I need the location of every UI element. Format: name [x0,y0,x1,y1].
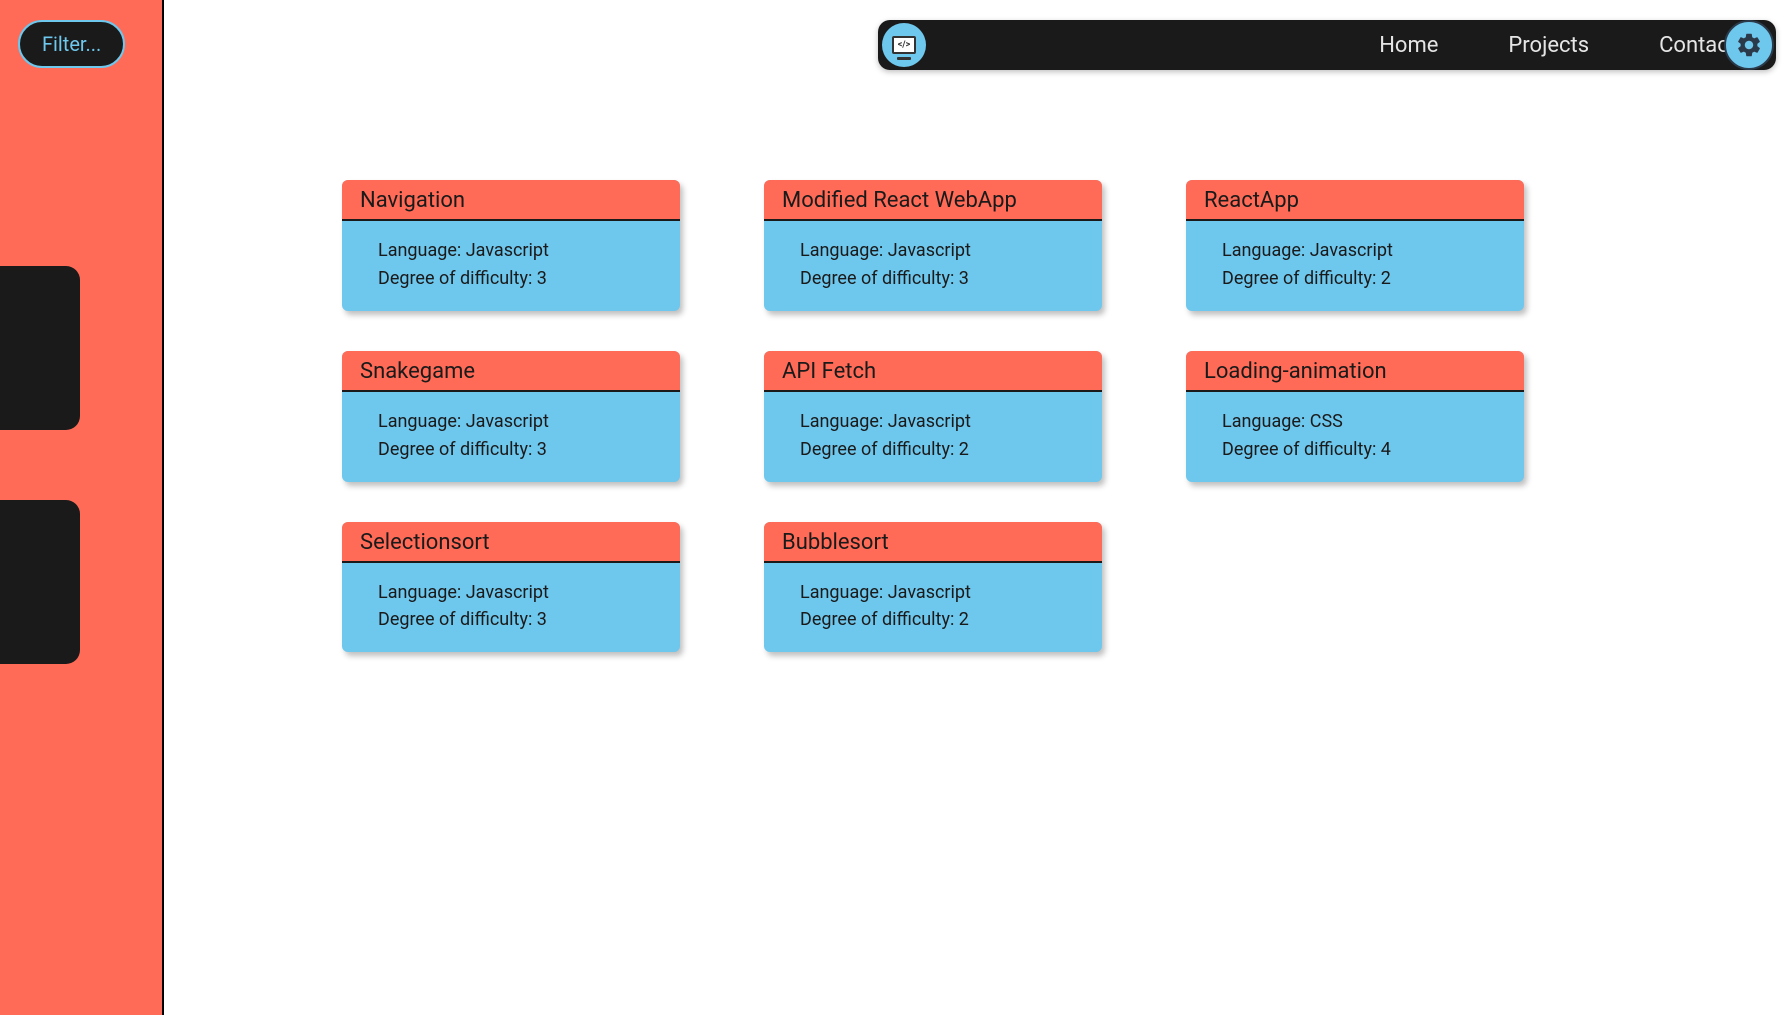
gear-icon [1735,31,1763,59]
project-card-difficulty: Degree of difficulty: 3 [800,265,1084,293]
project-card-language: Language: Javascript [800,237,1084,265]
project-card-body: Language: JavascriptDegree of difficulty… [342,392,680,482]
project-card-difficulty: Degree of difficulty: 2 [1222,265,1506,293]
sidebar-panel-1[interactable] [0,266,80,430]
projects-grid: NavigationLanguage: JavascriptDegree of … [342,180,1792,652]
main-content: NavigationLanguage: JavascriptDegree of … [164,0,1792,1015]
project-card-difficulty: Degree of difficulty: 2 [800,606,1084,634]
project-card[interactable]: ReactAppLanguage: JavascriptDegree of di… [1186,180,1524,311]
project-card-language: Language: Javascript [800,579,1084,607]
project-card[interactable]: Loading-animationLanguage: CSSDegree of … [1186,351,1524,482]
project-card-title: Navigation [342,180,680,221]
project-card[interactable]: SnakegameLanguage: JavascriptDegree of d… [342,351,680,482]
project-card[interactable]: Modified React WebAppLanguage: Javascrip… [764,180,1102,311]
project-card-language: Language: Javascript [378,579,662,607]
project-card-difficulty: Degree of difficulty: 4 [1222,436,1506,464]
project-card-body: Language: JavascriptDegree of difficulty… [342,221,680,311]
project-card-language: Language: Javascript [800,408,1084,436]
project-card-title: Snakegame [342,351,680,392]
project-card-difficulty: Degree of difficulty: 3 [378,436,662,464]
project-card-body: Language: JavascriptDegree of difficulty… [764,563,1102,653]
project-card-title: Selectionsort [342,522,680,563]
project-card-language: Language: CSS [1222,408,1506,436]
sidebar-panel-2[interactable] [0,500,80,664]
project-card-language: Language: Javascript [1222,237,1506,265]
project-card-title: ReactApp [1186,180,1524,221]
settings-button[interactable] [1724,20,1774,70]
project-card-body: Language: JavascriptDegree of difficulty… [342,563,680,653]
project-card[interactable]: SelectionsortLanguage: JavascriptDegree … [342,522,680,653]
project-card-body: Language: JavascriptDegree of difficulty… [1186,221,1524,311]
project-card-body: Language: JavascriptDegree of difficulty… [764,221,1102,311]
project-card-body: Language: CSSDegree of difficulty: 4 [1186,392,1524,482]
project-card-difficulty: Degree of difficulty: 2 [800,436,1084,464]
project-card-language: Language: Javascript [378,237,662,265]
project-card-difficulty: Degree of difficulty: 3 [378,265,662,293]
filter-button-label: Filter... [42,32,101,56]
sidebar: Filter... [0,0,164,1015]
project-card-title: Loading-animation [1186,351,1524,392]
project-card-difficulty: Degree of difficulty: 3 [378,606,662,634]
filter-button[interactable]: Filter... [18,20,125,68]
project-card[interactable]: API FetchLanguage: JavascriptDegree of d… [764,351,1102,482]
project-card-language: Language: Javascript [378,408,662,436]
project-card-title: Modified React WebApp [764,180,1102,221]
project-card[interactable]: BubblesortLanguage: JavascriptDegree of … [764,522,1102,653]
project-card-body: Language: JavascriptDegree of difficulty… [764,392,1102,482]
project-card[interactable]: NavigationLanguage: JavascriptDegree of … [342,180,680,311]
project-card-title: API Fetch [764,351,1102,392]
project-card-title: Bubblesort [764,522,1102,563]
